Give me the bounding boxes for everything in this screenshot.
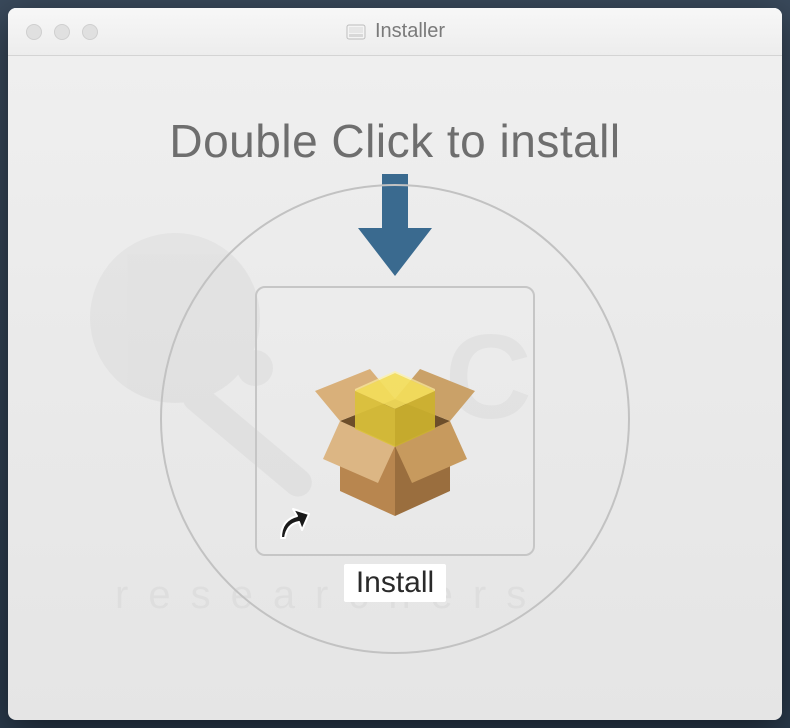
window-title: Installer — [375, 20, 445, 43]
close-button[interactable] — [26, 24, 42, 40]
shortcut-arrow-icon — [275, 506, 313, 544]
titlebar: Installer — [8, 8, 782, 56]
installer-window: Installer C researchers Double Click to … — [8, 8, 782, 720]
install-label: Install — [344, 564, 446, 602]
minimize-button[interactable] — [54, 24, 70, 40]
content-area: C researchers Double Click to install — [8, 56, 782, 720]
arrow-down-icon — [350, 174, 440, 280]
zoom-button[interactable] — [82, 24, 98, 40]
instruction-text: Double Click to install — [169, 114, 620, 168]
drive-icon — [345, 21, 367, 43]
traffic-lights — [8, 24, 98, 40]
install-group: Install — [255, 286, 535, 602]
title-center: Installer — [345, 20, 445, 43]
install-icon[interactable] — [255, 286, 535, 556]
package-box-icon — [285, 311, 505, 531]
